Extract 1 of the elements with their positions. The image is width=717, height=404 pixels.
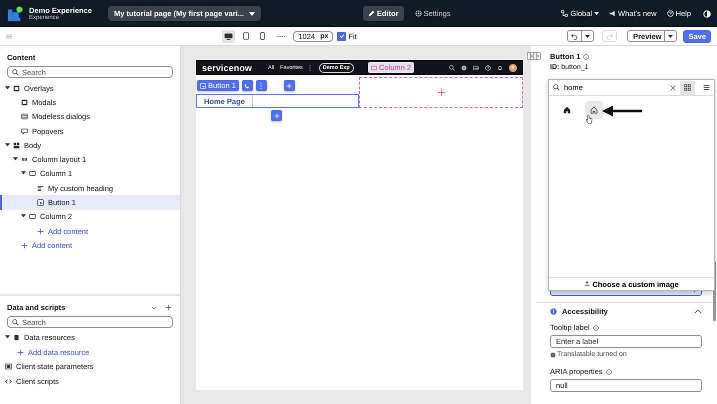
logo-text: servicenow [202,62,252,72]
